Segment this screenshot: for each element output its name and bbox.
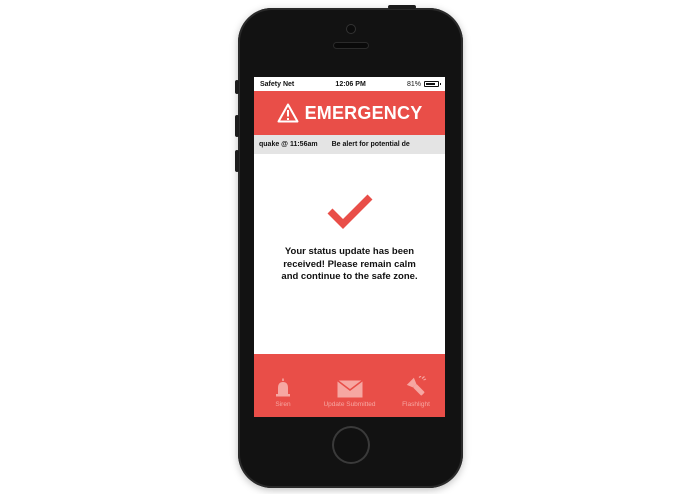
earpiece-speaker bbox=[334, 43, 368, 48]
tab-flashlight[interactable]: Flashlight bbox=[391, 354, 441, 417]
header-title: EMERGENCY bbox=[304, 102, 423, 123]
tab-label-siren: Siren bbox=[275, 401, 291, 408]
tab-siren[interactable]: Siren bbox=[258, 354, 308, 417]
stage: Safety Net 12:06 PM 81% EMERGENCY quake … bbox=[0, 0, 695, 494]
battery-percent: 81% bbox=[406, 80, 421, 88]
siren-icon bbox=[276, 378, 290, 397]
home-button[interactable] bbox=[332, 426, 370, 464]
app-screen: Safety Net 12:06 PM 81% EMERGENCY quake … bbox=[254, 77, 445, 417]
battery-icon bbox=[423, 81, 441, 87]
checkmark-icon bbox=[327, 194, 372, 229]
alert-ticker: quake @ 11:56am Be alert for potential d… bbox=[254, 135, 445, 154]
battery-status: 81% bbox=[406, 80, 441, 88]
carrier-name: Safety Net bbox=[260, 80, 295, 88]
flashlight-icon bbox=[406, 376, 427, 396]
front-camera bbox=[347, 25, 355, 33]
emergency-header: EMERGENCY bbox=[254, 91, 445, 135]
status-message: Your status update has been received! Pl… bbox=[281, 246, 418, 282]
battery-fill bbox=[425, 83, 435, 85]
tab-update-submitted[interactable]: Update Submitted bbox=[315, 354, 385, 417]
volume-up-button bbox=[235, 115, 239, 137]
status-bar: Safety Net 12:06 PM 81% bbox=[254, 77, 445, 91]
envelope-icon bbox=[336, 380, 363, 398]
volume-down-button bbox=[235, 150, 239, 172]
tab-label-update: Update Submitted bbox=[323, 401, 376, 408]
tab-label-flashlight: Flashlight bbox=[402, 401, 430, 408]
main-content: Your status update has been received! Pl… bbox=[254, 154, 445, 354]
power-button bbox=[388, 5, 416, 9]
ticker-item: quake @ 11:56am bbox=[259, 141, 318, 148]
tab-bar: Siren Update Submitted Flashlight bbox=[254, 354, 445, 417]
ticker-item: Be alert for potential de bbox=[331, 141, 410, 148]
status-time: 12:06 PM bbox=[335, 80, 366, 88]
warning-triangle-icon bbox=[277, 103, 299, 123]
silent-switch bbox=[235, 80, 239, 94]
